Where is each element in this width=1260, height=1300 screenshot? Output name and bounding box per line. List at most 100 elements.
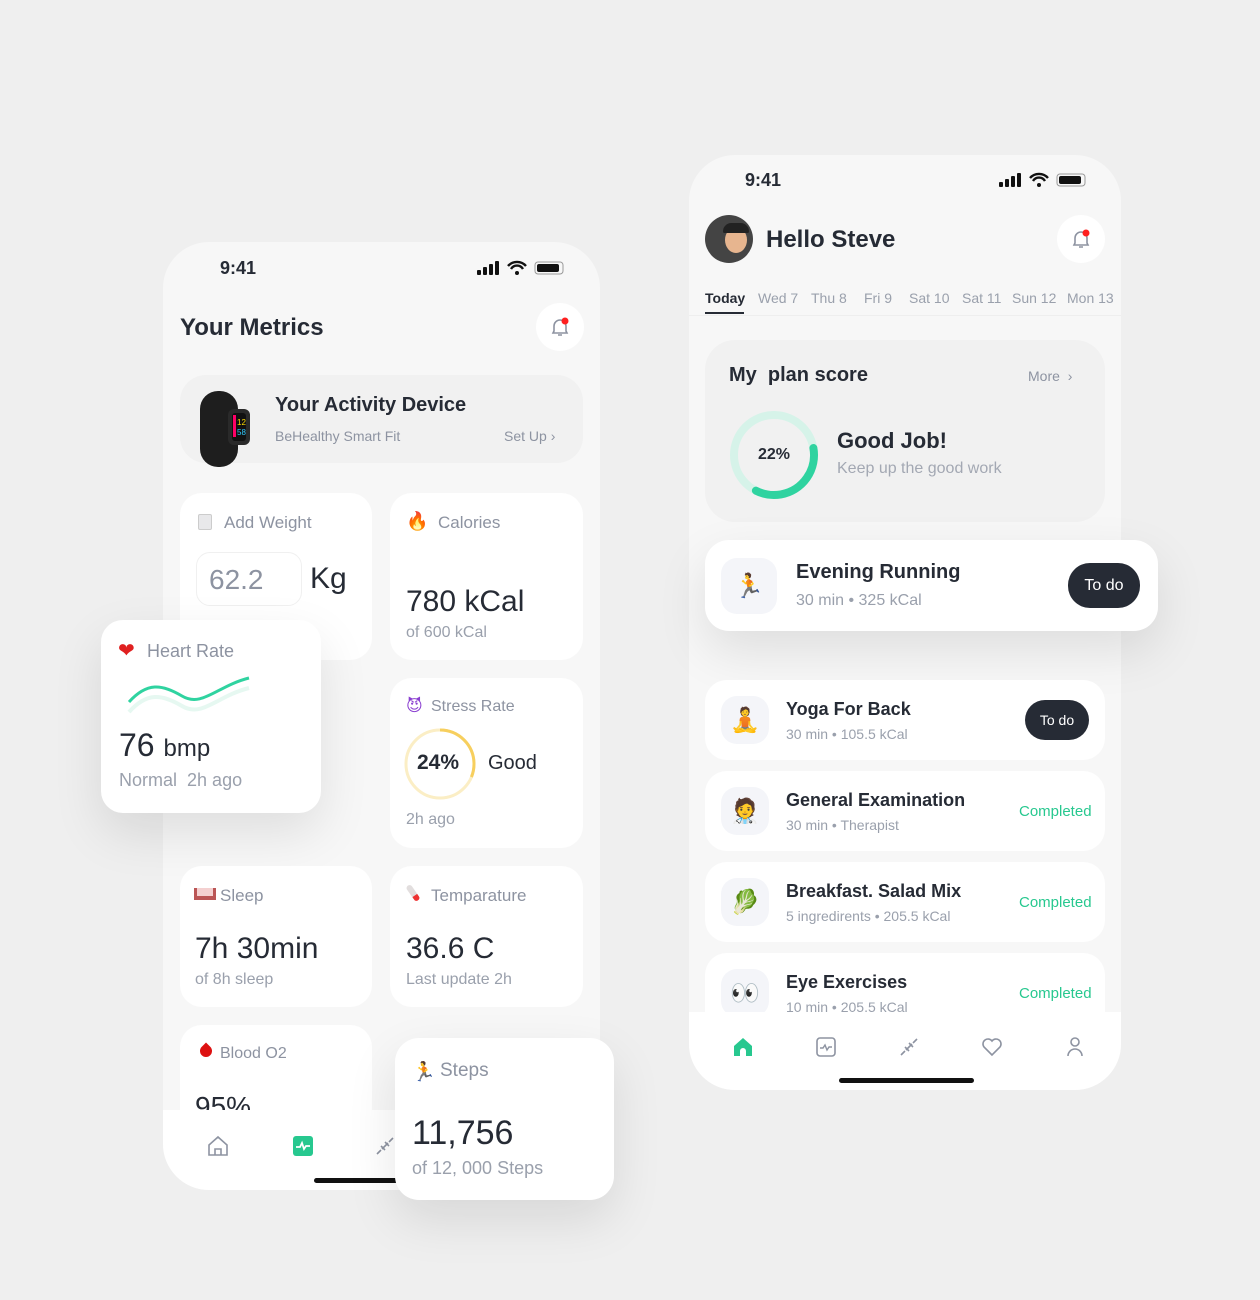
task-detail: 205.5 kCal [883, 908, 951, 924]
featured-title: Evening Running [796, 561, 961, 583]
calories-label: Calories [438, 513, 501, 532]
calories-card[interactable]: 🔥 Calories 780 kCal of 600 kCal [390, 493, 583, 660]
status-time: 9:41 [220, 258, 257, 278]
featured-task-card[interactable]: 🏃 Evening Running 30 min • 325 kCal To d… [705, 540, 1158, 631]
task-duration: 5 ingredirents [786, 908, 871, 924]
tab-sat-10[interactable]: Sat 10 [909, 290, 949, 306]
greeting: Hello Steve [766, 226, 896, 253]
task-duration: 30 min [786, 726, 829, 742]
doctor-icon: 🧑‍⚕️ [721, 787, 769, 835]
setup-link[interactable]: Set Up › [504, 428, 555, 444]
temperature-update: Last update 2h [406, 971, 512, 988]
stress-label: Stress Rate [431, 698, 515, 715]
tabs-divider [689, 315, 1121, 316]
stress-status: Good [488, 752, 537, 774]
heart-rate-status: Normal 2h ago [119, 770, 242, 791]
avatar[interactable] [705, 215, 753, 263]
task-detail: Therapist [840, 817, 899, 833]
temperature-card[interactable]: Temparature 36.6 C Last update 2h [390, 866, 583, 1007]
heart-icon: ❤ [118, 638, 135, 662]
tab-thu-8[interactable]: Thu 8 [811, 290, 847, 306]
task-title: Eye Exercises [786, 972, 908, 992]
smart-band-image: 12 58 [194, 389, 256, 469]
home-indicator [839, 1078, 974, 1083]
heart-rate-label: Heart Rate [147, 641, 235, 661]
tab-sat-11[interactable]: Sat 11 [962, 290, 1001, 306]
temperature-value: 36.6 C [406, 932, 495, 965]
notepad-icon [198, 514, 212, 530]
task-card[interactable]: 🥬 Breakfast. Salad Mix 5 ingredirents • … [705, 862, 1105, 942]
nav-home-icon[interactable] [731, 1035, 755, 1059]
task-title: Yoga For Back [786, 699, 911, 719]
weight-input[interactable]: 62.2 [196, 552, 302, 606]
nav-heart-icon[interactable] [980, 1035, 1004, 1059]
steps-card[interactable]: 🏃 Steps 11,756 of 12, 000 Steps [395, 1038, 614, 1200]
calories-value: 780 kCal [406, 585, 525, 618]
task-title: Breakfast. Salad Mix [786, 881, 962, 901]
fire-icon: 🔥 [406, 511, 429, 532]
notification-button[interactable] [536, 303, 584, 351]
chevron-right-icon: › [550, 428, 556, 444]
plan-score-card: My plan score More › 22% Good Job! Keep … [705, 340, 1105, 522]
heart-rate-number: 76 [119, 727, 155, 763]
nav-dumbbell-icon[interactable] [897, 1035, 921, 1059]
task-meta: 10 min • 205.5 kCal [786, 999, 908, 1012]
tab-today[interactable]: Today [705, 290, 745, 306]
task-detail: 105.5 kCal [840, 726, 908, 742]
device-title: Your Activity Device [275, 394, 467, 416]
sleep-value: 7h 30min [195, 932, 319, 965]
task-meta: 30 min • 105.5 kCal [786, 726, 908, 742]
nav-activity-icon[interactable] [291, 1134, 315, 1158]
task-title: General Examination [786, 790, 966, 810]
yoga-icon: 🧘 [721, 696, 769, 744]
status-time-right: 9:41 [745, 170, 782, 190]
steps-label: Steps [440, 1060, 489, 1081]
plan-headline: Good Job! [837, 428, 947, 453]
blood-o2-label: Blood O2 [220, 1045, 287, 1062]
sleep-label: Sleep [220, 886, 264, 905]
tab-mon-13[interactable]: Mon 13 [1067, 290, 1114, 306]
more-link[interactable]: More › [1028, 368, 1072, 384]
plan-bottom-nav [689, 1012, 1121, 1090]
heart-rate-time: 2h ago [187, 770, 243, 790]
task-duration: 30 min [786, 817, 829, 833]
temperature-label: Temparature [431, 886, 527, 905]
nav-dumbbell-icon[interactable] [373, 1134, 397, 1158]
device-name: BeHealthy Smart Fit [275, 428, 401, 444]
notification-button-right[interactable] [1057, 215, 1105, 263]
task-card[interactable]: 👀 Eye Exercises 10 min • 205.5 kCal Compl… [705, 953, 1105, 1012]
featured-detail: 325 kCal [858, 592, 922, 609]
nav-profile-icon[interactable] [1063, 1035, 1087, 1059]
lettuce-icon: 🥬 [721, 878, 769, 926]
task-meta: 30 min • Therapist [786, 817, 899, 833]
tab-wed-7[interactable]: Wed 7 [758, 290, 798, 306]
featured-meta: 30 min • 325 kCal [796, 592, 922, 609]
task-card[interactable]: 🧑‍⚕️ General Examination 30 min • Therap… [705, 771, 1105, 851]
heart-rate-status-text: Normal [119, 770, 178, 790]
active-tab-underline [705, 312, 744, 314]
nav-activity-icon[interactable] [814, 1035, 838, 1059]
heart-rate-value: 76 bmp [119, 727, 210, 764]
nav-home-icon[interactable] [206, 1134, 230, 1158]
tab-sun-12[interactable]: Sun 12 [1012, 290, 1056, 306]
steps-goal: of 12, 000 Steps [412, 1158, 544, 1178]
status-icons [477, 260, 569, 281]
featured-todo-button[interactable]: To do [1068, 563, 1140, 608]
plan-percent: 22% [758, 446, 791, 463]
heart-rate-unit: bmp [163, 735, 211, 762]
heart-rate-wave [127, 676, 250, 714]
task-card[interactable]: 🧘 Yoga For Back 30 min • 105.5 kCal To do [705, 680, 1105, 760]
plan-message: Keep up the good work [837, 460, 1002, 477]
activity-device-card[interactable]: 12 58 Your Activity Device BeHealthy Smar… [180, 375, 583, 467]
stress-card[interactable]: 😈 Stress Rate 24% Good 2h ago [390, 678, 583, 848]
drop-icon [197, 1042, 215, 1060]
chevron-right-icon: › [1067, 368, 1073, 384]
heart-rate-card[interactable]: ❤ Heart Rate 76 bmp Normal 2h ago [101, 620, 321, 813]
runner-icon: 🏃 [412, 1061, 436, 1083]
weight-label: Add Weight [224, 513, 312, 532]
task-todo-button[interactable]: To do [1025, 700, 1089, 740]
calories-goal: of 600 kCal [406, 624, 487, 641]
plan-title: My plan score [729, 364, 868, 386]
sleep-card[interactable]: Sleep 7h 30min of 8h sleep [180, 866, 372, 1007]
tab-fri-9[interactable]: Fri 9 [864, 290, 892, 306]
